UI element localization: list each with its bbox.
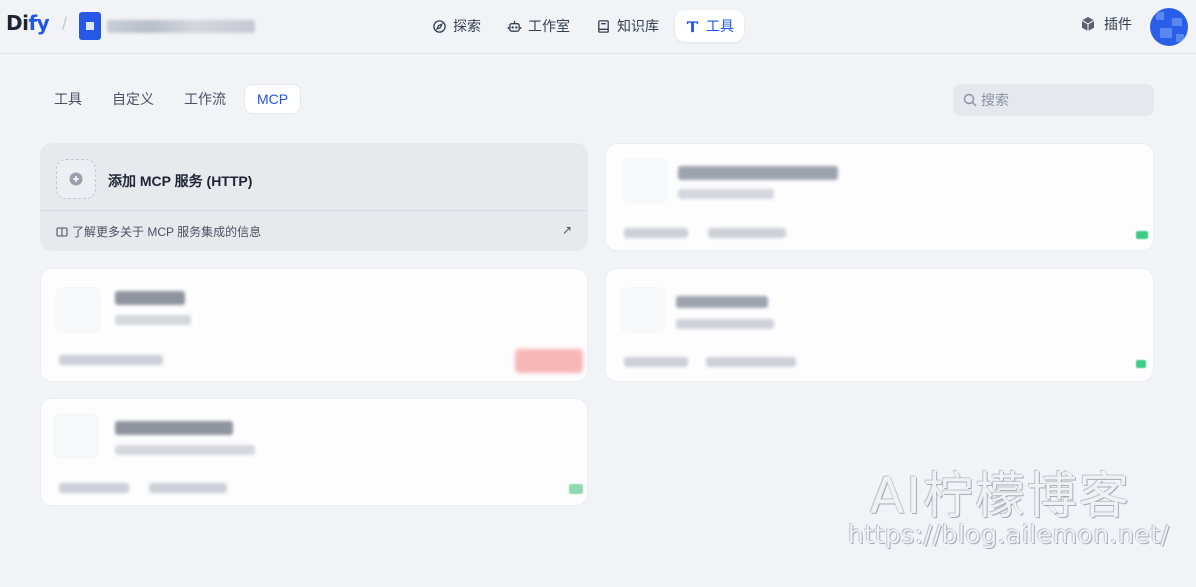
search-box	[953, 84, 1154, 116]
mcp-server-card[interactable]	[40, 398, 588, 506]
tab-tools[interactable]: 工具	[42, 84, 94, 114]
watermark-title: AI柠檬博客	[870, 467, 1131, 525]
workspace-name-blurred[interactable]	[107, 20, 255, 33]
robot-icon	[507, 20, 522, 32]
nav-tools-label: 工具	[706, 18, 734, 34]
server-icon	[55, 287, 101, 333]
tool-category-tabs: 工具 自定义 工作流 MCP	[42, 84, 302, 114]
search-icon	[963, 93, 977, 107]
mcp-server-card[interactable]	[40, 268, 588, 382]
server-url-blurred	[115, 315, 191, 325]
server-meta-blurred	[708, 228, 786, 238]
workspace-avatar[interactable]	[79, 12, 101, 40]
server-url-blurred	[676, 319, 774, 329]
tab-workflow[interactable]: 工作流	[172, 84, 238, 114]
add-icon-box	[56, 159, 96, 199]
server-icon	[622, 158, 668, 204]
nav-studio[interactable]: 工作室	[497, 10, 580, 42]
server-name-blurred	[676, 296, 768, 308]
tool-icon	[686, 20, 699, 32]
mcp-docs-link-text: 了解更多关于 MCP 服务集成的信息	[72, 225, 262, 239]
server-meta-blurred	[624, 228, 688, 238]
nav-knowledge-label: 知识库	[617, 18, 659, 34]
add-mcp-header[interactable]: 添加 MCP 服务 (HTTP)	[40, 143, 588, 211]
mcp-server-card[interactable]	[605, 268, 1154, 382]
server-icon	[620, 287, 666, 333]
server-meta-blurred	[149, 483, 227, 493]
server-icon	[53, 413, 99, 459]
nav-explore[interactable]: 探索	[422, 10, 491, 42]
plugins-button[interactable]: 插件	[1080, 14, 1132, 34]
user-avatar[interactable]	[1150, 8, 1188, 46]
server-meta-blurred	[624, 357, 688, 367]
breadcrumb-separator: /	[62, 14, 68, 34]
watermark-url: https://blog.ailemon.net/	[848, 520, 1170, 549]
book-open-icon	[56, 226, 68, 237]
dify-logo[interactable]: Dify	[6, 11, 50, 35]
search-input[interactable]	[981, 92, 1141, 108]
tab-custom[interactable]: 自定义	[100, 84, 166, 114]
server-meta-blurred	[59, 355, 163, 365]
main-nav: 探索 工作室 知识库 工具	[422, 10, 744, 42]
mcp-server-card[interactable]	[605, 143, 1154, 251]
status-indicator	[1136, 231, 1148, 239]
compass-icon	[433, 19, 446, 33]
nav-studio-label: 工作室	[528, 18, 570, 34]
status-indicator	[569, 484, 583, 494]
add-mcp-title: 添加 MCP 服务 (HTTP)	[108, 173, 253, 189]
server-name-blurred	[678, 166, 838, 180]
server-url-blurred	[678, 189, 774, 199]
server-url-blurred	[115, 445, 255, 455]
external-link-icon[interactable]: ↗	[562, 223, 572, 237]
nav-explore-label: 探索	[453, 18, 481, 34]
nav-knowledge[interactable]: 知识库	[586, 10, 669, 42]
nav-tools[interactable]: 工具	[675, 10, 744, 42]
server-name-blurred	[115, 291, 185, 305]
cube-icon	[1081, 17, 1095, 31]
top-nav-bar: Dify / 探索 工作室 知识库 工具 插件	[0, 0, 1196, 54]
status-indicator	[1136, 360, 1146, 368]
tab-mcp[interactable]: MCP	[244, 84, 302, 114]
book-icon	[598, 19, 609, 33]
status-badge-error	[515, 349, 583, 373]
server-meta-blurred	[59, 483, 129, 493]
server-name-blurred	[115, 421, 233, 435]
add-mcp-service-card[interactable]: 添加 MCP 服务 (HTTP) 了解更多关于 MCP 服务集成的信息 ↗	[40, 143, 588, 251]
server-meta-blurred	[706, 357, 796, 367]
mcp-docs-link[interactable]: 了解更多关于 MCP 服务集成的信息	[56, 223, 261, 240]
plugins-label: 插件	[1104, 16, 1132, 32]
plus-circle-icon	[69, 172, 83, 186]
